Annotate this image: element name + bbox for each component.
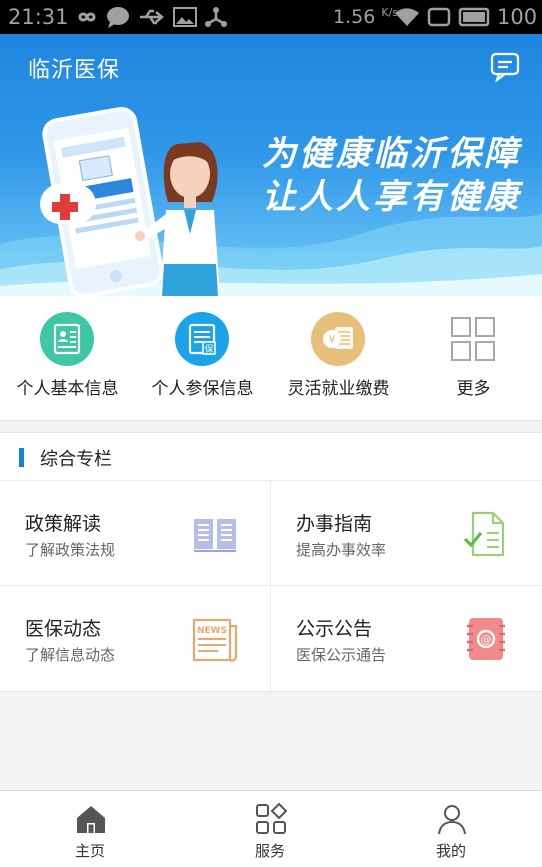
card-guide[interactable]: 办事指南 提高办事效率 <box>271 481 542 586</box>
section-title: 综合专栏 <box>40 449 112 470</box>
card-subtitle: 了解信息动态 <box>25 646 116 664</box>
card-notice[interactable]: 公示公告 医保公示通告 @ <box>271 586 542 691</box>
feature-section: 综合专栏 政策解读 了解政策法规 办事指南 提高办事效率 医保动态 了解信息动态… <box>0 432 542 692</box>
quick-action-insurance-info[interactable]: 保 个人参保信息 <box>135 296 270 420</box>
quick-action-label: 灵活就业缴费 <box>287 379 390 399</box>
battery-icon <box>458 7 490 27</box>
quick-action-flexible-payment[interactable]: ¥ 灵活就业缴费 <box>271 296 406 420</box>
checklist-doc-icon <box>463 511 505 557</box>
user-icon <box>438 805 466 835</box>
svg-text:@: @ <box>481 633 492 646</box>
tab-mine[interactable]: 我的 <box>361 791 541 867</box>
tab-label: 我的 <box>435 842 466 860</box>
wifi-icon <box>395 8 419 26</box>
section-accent-bar <box>19 448 24 467</box>
quick-action-basic-info[interactable]: 个人基本信息 <box>0 296 135 420</box>
more-grid-icon <box>446 312 500 366</box>
card-title: 政策解读 <box>25 513 102 535</box>
card-subtitle: 提高办事效率 <box>296 541 387 559</box>
chat-icon <box>107 7 129 28</box>
section-header: 综合专栏 <box>0 433 542 481</box>
card-title: 公示公告 <box>296 618 373 640</box>
card-subtitle: 了解政策法规 <box>25 541 116 559</box>
share-icon <box>205 7 227 27</box>
status-time: 21:31 <box>8 5 69 29</box>
quick-action-label: 更多 <box>456 379 491 399</box>
banner-slogan-line1: 为健康临沂保障 <box>262 134 521 174</box>
svg-text:NEWS: NEWS <box>197 626 227 636</box>
tab-home[interactable]: 主页 <box>0 791 180 867</box>
yuan-coin-icon: ¥ <box>311 312 365 366</box>
square-icon <box>427 7 451 27</box>
services-grid-icon <box>256 803 287 834</box>
image-icon <box>173 7 197 27</box>
home-icon <box>77 806 105 833</box>
infinity-icon <box>78 12 96 22</box>
banner[interactable]: 临沂医保 为健康临沂保障 让人人享有健康 <box>0 34 542 296</box>
card-news[interactable]: 医保动态 了解信息动态 NEWS <box>0 586 271 691</box>
network-speed: 1.56 K/s <box>333 6 399 28</box>
tab-label: 主页 <box>74 842 105 860</box>
bottom-tab-bar: 主页 服务 我的 <box>0 790 542 867</box>
svg-text:¥: ¥ <box>329 333 336 346</box>
status-bar: 21:31 1.56 K/s 100 <box>0 0 542 34</box>
quick-action-label: 个人参保信息 <box>151 379 254 399</box>
quick-action-label: 个人基本信息 <box>16 379 119 399</box>
address-book-icon: @ <box>467 618 505 660</box>
insurance-doc-icon: 保 <box>175 312 229 366</box>
card-policy[interactable]: 政策解读 了解政策法规 <box>0 481 271 586</box>
banner-slogan-line2: 让人人享有健康 <box>262 177 521 217</box>
quick-action-more[interactable]: 更多 <box>406 296 541 420</box>
tab-services[interactable]: 服务 <box>180 791 360 867</box>
card-title: 医保动态 <box>25 618 102 640</box>
card-subtitle: 医保公示通告 <box>296 646 387 664</box>
card-title: 办事指南 <box>296 513 373 535</box>
usb-icon <box>140 9 164 25</box>
id-card-icon <box>40 312 94 366</box>
tab-label: 服务 <box>254 842 285 860</box>
news-icon: NEWS <box>192 618 238 662</box>
svg-text:保: 保 <box>204 343 213 355</box>
book-icon <box>194 519 236 552</box>
battery-percent: 100 <box>497 5 538 29</box>
quick-actions: 个人基本信息 保 个人参保信息 ¥ 灵活就业缴费 更多 <box>0 296 542 421</box>
